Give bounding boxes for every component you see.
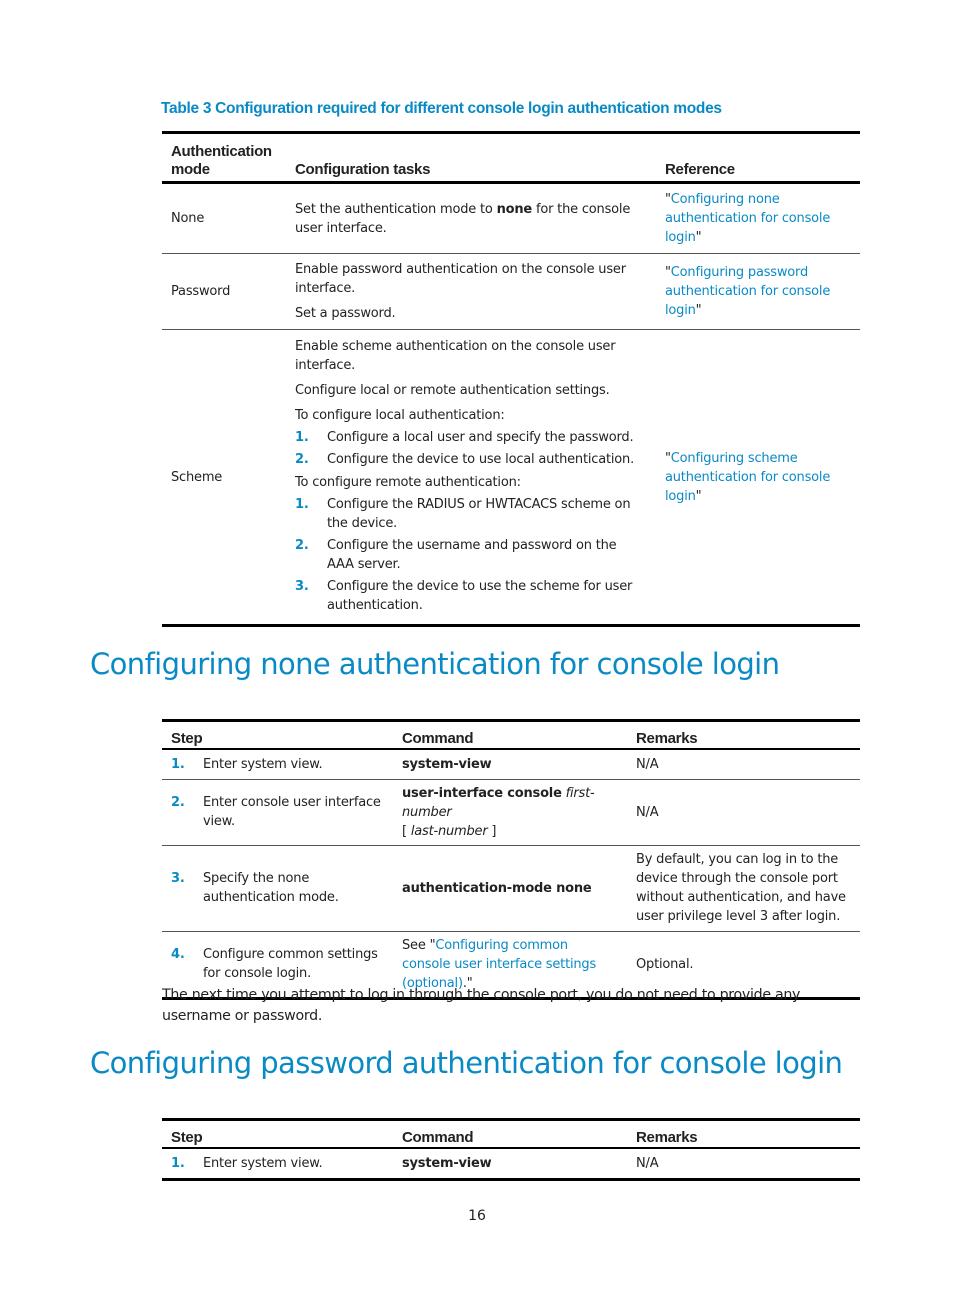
section-heading-none-auth: Configuring none authentication for cons… [90,647,780,681]
list-item: 2. Configure the username and password on… [295,538,617,572]
command-keyword: system-view [402,756,492,772]
auth-modes-table: Authentication mode Configuration tasks … [162,131,860,627]
remote-intro: To configure remote authentication: [295,475,521,490]
table-row: 2. Enter console user interface view. use… [162,779,860,846]
header-command: Command [393,1119,627,1149]
reference-cell: "Configuring password authentication for… [656,253,860,330]
command-cell: user-interface console first-number[ las… [393,779,627,846]
table-row: 3. Specify the none authentication mode. … [162,845,860,932]
reference-link-password[interactable]: Configuring password authentication for … [665,265,830,318]
list-item: 1. Configure the RADIUS or HWTACACS schem… [295,497,631,531]
reference-link-scheme[interactable]: Configuring scheme authentication for co… [665,451,830,504]
command-cell: system-view [393,1148,627,1179]
step-cell: 1. Enter system view. [171,1154,384,1173]
reference-cell: "Configuring none authentication for con… [656,182,860,254]
step-number: 2. [171,795,185,810]
step-number: 1. [171,1155,185,1171]
page-number: 16 [468,1208,486,1224]
step-number: 3. [295,579,309,594]
remarks-cell: By default, you can log in to the device… [627,845,860,932]
step-cell: 2. Enter console user interface view. [171,793,384,831]
task-text: Configure local or remote authentication… [295,383,610,398]
table-row: 1. Enter system view. system-view N/A [162,1148,860,1179]
list-item: 1. Configure a local user and specify the… [295,430,634,445]
table-caption: Table 3 Configuration required for diffe… [161,100,722,117]
table-row: None Set the authentication mode to none… [162,182,860,254]
table-header-row: Step Command Remarks [162,1119,860,1149]
step-number: 3. [171,871,185,886]
keyword: none [496,201,533,217]
password-auth-steps-table: Step Command Remarks 1. Enter system view… [162,1118,860,1181]
reference-cell: "Configuring scheme authentication for c… [665,450,831,504]
command-keyword: user-interface console [402,785,562,801]
step-text: Enter system view. [203,756,323,772]
step-number: 1. [295,430,309,445]
step-number: 1. [295,497,309,512]
step-text: Enter system view. [203,1155,323,1171]
step-text: Configure common settings for console lo… [203,947,378,981]
none-auth-steps-table: Step Command Remarks 1. Enter system view… [162,719,860,1000]
mode-cell: None [162,182,286,254]
remote-steps-list: 1. Configure the RADIUS or HWTACACS schem… [295,495,647,615]
step-text: Specify the none authentication mode. [203,871,339,905]
command-cell: system-view [393,749,627,780]
body-paragraph: The next time you attempt to log in thro… [162,987,801,1024]
header-config-tasks: Configuration tasks [286,132,656,184]
header-reference: Reference [656,132,860,184]
step-cell: 3. Specify the none authentication mode. [171,869,384,907]
header-step: Step [162,1119,393,1149]
local-intro: To configure local authentication: [295,408,505,423]
task-text: Enable scheme authentication on the cons… [295,339,616,373]
list-item: 3. Configure the device to use the scheme… [295,579,633,613]
command-argument: last-number [410,823,488,839]
tasks-cell: Set the authentication mode to none for … [286,182,656,254]
reference-link-none[interactable]: Configuring none authentication for cons… [665,192,830,245]
step-text: Enter console user interface view. [203,795,381,829]
mode-cell: Scheme [171,469,223,485]
list-item: 2. Configure the device to use local auth… [295,452,635,467]
header-step: Step [162,720,393,750]
command-keyword: system-view [402,1155,492,1171]
header-command: Command [393,720,627,750]
header-auth-mode: Authentication mode [162,132,286,184]
task-text: Enable password authentication on the co… [295,262,626,296]
table-row: 1. Enter system view. system-view N/A [162,749,860,780]
local-steps-list: 1. Configure a local user and specify the… [295,428,647,469]
remarks-cell: N/A [627,779,860,846]
table-header-row: Authentication mode Configuration tasks … [162,132,860,184]
table-row: Password Enable password authentication … [162,253,860,330]
remarks-cell: N/A [627,749,860,780]
tasks-cell: Enable scheme authentication on the cons… [286,330,656,626]
document-page: Table 3 Configuration required for diffe… [0,0,954,1296]
step-number: 4. [171,947,185,962]
step-cell: 4. Configure common settings for console … [171,945,384,983]
header-remarks: Remarks [627,720,860,750]
header-remarks: Remarks [627,1119,860,1149]
step-cell: 1. Enter system view. [171,755,384,774]
tasks-cell: Enable password authentication on the co… [286,253,656,330]
command-cell: authentication-mode none [393,845,627,932]
remarks-cell: N/A [636,1155,659,1171]
step-number: 1. [171,756,185,772]
mode-cell: Password [162,253,286,330]
command-keyword: authentication-mode none [402,880,592,896]
section-heading-password-auth: Configuring password authentication for … [90,1046,843,1080]
step-number: 2. [295,538,309,553]
table-header-row: Step Command Remarks [162,720,860,750]
table-row: Scheme Enable scheme authentication on t… [162,330,860,626]
task-text: Set a password. [295,306,396,321]
step-number: 2. [295,452,309,467]
